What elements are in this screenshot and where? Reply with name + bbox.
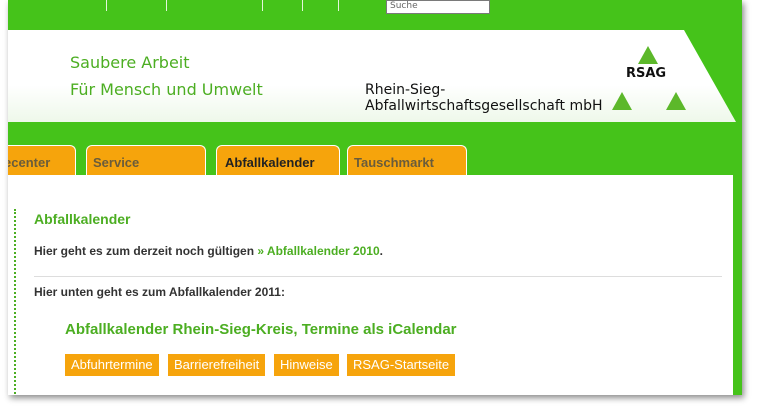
dotted-divider: [14, 209, 16, 395]
nav-separator: [302, 0, 303, 11]
calendar-heading: Abfallkalender Rhein-Sieg-Kreis, Termine…: [65, 321, 457, 338]
tab-tauschmarkt[interactable]: Tauschmarkt: [347, 145, 467, 175]
hinweise-button[interactable]: Hinweise: [274, 354, 339, 376]
search-input[interactable]: Suche: [386, 0, 490, 14]
header-banner: Saubere Arbeit Für Mensch und Umwelt Rhe…: [8, 30, 736, 122]
nav-separator: [262, 0, 263, 11]
page-frame: Suche Saubere Arbeit Für Mensch und Umwe…: [8, 0, 742, 395]
nav-separator: [338, 0, 339, 11]
info-paragraph: Hier unten geht es zum Abfallkalender 20…: [34, 285, 285, 299]
company-name-line-1: Rhein-Sieg-: [365, 82, 446, 98]
logo-triangle-icon: [638, 46, 658, 64]
intro-paragraph: Hier geht es zum derzeit noch gültigen »…: [34, 244, 383, 258]
horizontal-rule: [34, 276, 722, 277]
slogan-line-1: Saubere Arbeit: [70, 53, 190, 72]
tab-servicecenter[interactable]: Servicecenter: [8, 145, 76, 175]
logo-triangle-icon: [612, 92, 632, 110]
page-title: Abfallkalender: [34, 211, 131, 227]
main-content: Abfallkalender Hier geht es zum derzeit …: [8, 175, 733, 395]
tab-service[interactable]: Service: [86, 145, 206, 175]
company-name-line-2: Abfallwirtschaftsgesellschaft mbH: [365, 98, 603, 114]
abfuhrtermine-button[interactable]: Abfuhrtermine: [65, 354, 159, 376]
abfallkalender-2010-link[interactable]: » Abfallkalender 2010: [257, 244, 379, 258]
intro-text-end: .: [379, 244, 383, 258]
rsag-logo[interactable]: RSAG: [608, 44, 692, 114]
logo-text: RSAG: [626, 66, 667, 81]
intro-text: Hier geht es zum derzeit noch gültigen: [34, 244, 258, 258]
barrierefreiheit-button[interactable]: Barrierefreiheit: [168, 354, 266, 376]
slogan-line-2: Für Mensch und Umwelt: [70, 80, 263, 99]
tab-abfallkalender[interactable]: Abfallkalender: [216, 145, 340, 175]
logo-triangle-icon: [666, 92, 686, 110]
nav-separator: [106, 0, 107, 11]
main-navigation-tabs: Servicecenter Service Abfallkalender Tau…: [8, 145, 742, 175]
top-navigation-bar: Suche: [8, 0, 742, 16]
rsag-startseite-button[interactable]: RSAG-Startseite: [347, 354, 456, 376]
nav-separator: [166, 0, 167, 11]
